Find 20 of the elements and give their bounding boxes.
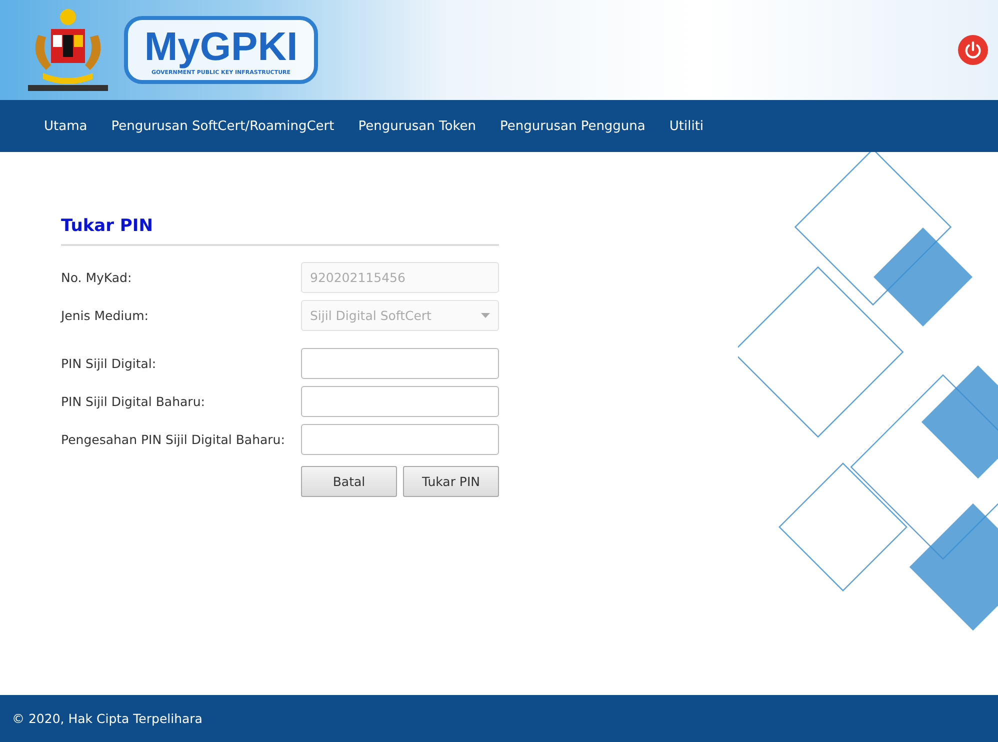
nav-link[interactable]: Pengurusan Token [346, 118, 488, 134]
field-label: PIN Sijil Digital: [61, 356, 156, 370]
nav-link[interactable]: Pengurusan Pengguna [488, 118, 658, 134]
form-title: Tukar PIN [61, 216, 499, 246]
field-label: No. MyKad: [61, 270, 132, 284]
nav-link[interactable]: Pengurusan SoftCert/RoamingCert [99, 118, 346, 134]
input-field[interactable] [301, 386, 499, 416]
field-label: PIN Sijil Digital Baharu: [61, 394, 205, 408]
input-field[interactable] [301, 424, 499, 454]
form-button[interactable]: Batal [301, 466, 397, 497]
dropdown-caret-icon [481, 312, 490, 318]
form-button[interactable]: Tukar PIN [403, 466, 499, 497]
field-label: Pengesahan PIN Sijil Digital Baharu: [61, 432, 285, 446]
input-field[interactable] [301, 348, 499, 378]
copyright-text: © 2020, Hak Cipta Terpelihara [12, 711, 202, 726]
nav-link[interactable]: Utama [32, 118, 100, 134]
logo-title: MyGPKI [144, 24, 298, 70]
power-icon[interactable] [958, 35, 988, 65]
nav-link[interactable]: Utiliti [657, 118, 716, 134]
field-label: Jenis Medium: [61, 308, 148, 322]
